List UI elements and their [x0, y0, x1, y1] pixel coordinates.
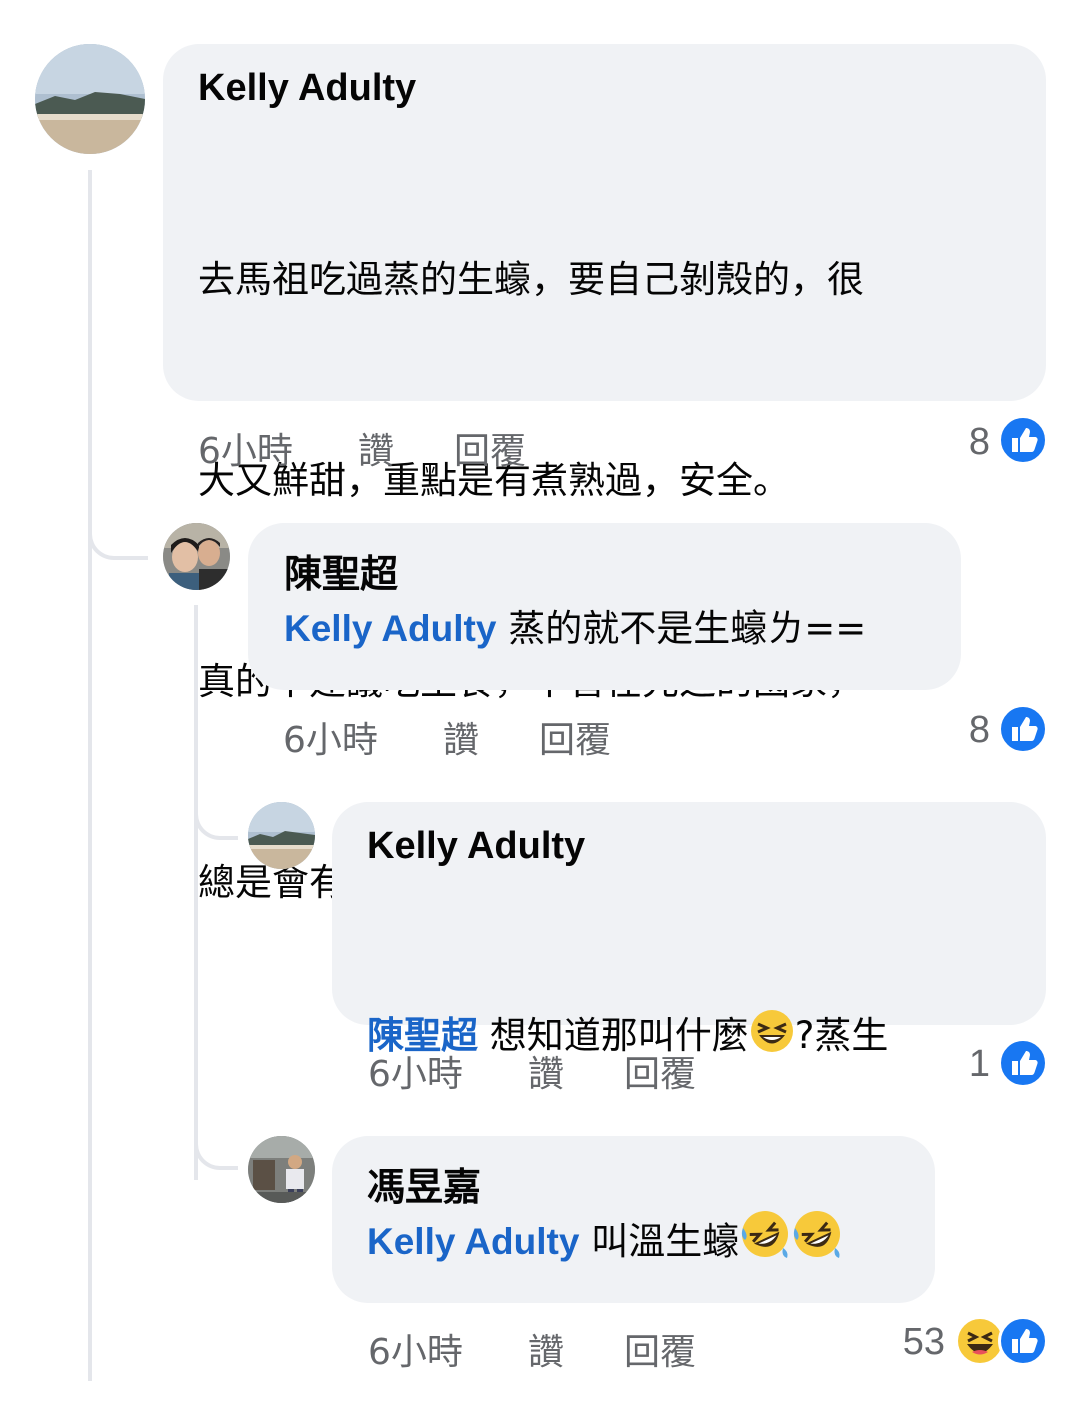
- like-thumb-icon: [998, 415, 1048, 465]
- reply-link[interactable]: 回覆: [624, 1331, 696, 1375]
- comment-time[interactable]: 6小時: [368, 1331, 528, 1375]
- avatar[interactable]: [248, 802, 315, 869]
- thread-line-main: [88, 170, 92, 1381]
- thread-connector-1: [88, 530, 148, 560]
- comment-text-body: ?蒸生: [794, 1014, 889, 1057]
- like-link[interactable]: 讚: [358, 430, 454, 474]
- comment-time[interactable]: 6小時: [283, 719, 443, 763]
- like-thumb-icon: [998, 1316, 1048, 1366]
- thread-connector-3: [194, 1140, 238, 1170]
- comment-bubble[interactable]: Kelly Adulty 去馬祖吃過蒸的生蠔，要自己剝殼的，很 大又鮮甜，重點是…: [163, 44, 1046, 904]
- comment-time[interactable]: 6小時: [368, 1053, 528, 1097]
- rolling-laughing-emoji: [791, 1208, 843, 1281]
- comment-actions: 6小時讚回覆: [368, 1053, 696, 1097]
- like-link[interactable]: 讚: [528, 1053, 624, 1097]
- comment-actions: 6小時讚回覆: [368, 1331, 696, 1375]
- reaction-count[interactable]: 53: [850, 1320, 945, 1364]
- comment-text-body: 蒸的就不是生蠔ㄌ==: [496, 607, 867, 650]
- comment-time[interactable]: 6小時: [198, 430, 358, 474]
- reaction-count[interactable]: 8: [900, 708, 990, 752]
- reply-link[interactable]: 回覆: [539, 719, 611, 763]
- comment-text-body: 想知道那叫什麼: [478, 1014, 749, 1057]
- mention-link[interactable]: Kelly Adulty: [367, 1221, 579, 1262]
- comment-author[interactable]: Kelly Adulty: [198, 66, 1046, 110]
- comment-actions: 6小時讚回覆: [283, 719, 611, 763]
- avatar[interactable]: [163, 523, 230, 590]
- like-link[interactable]: 讚: [443, 719, 539, 763]
- mention-link[interactable]: Kelly Adulty: [284, 608, 496, 649]
- comment-text: Kelly Adulty 蒸的就不是生蠔ㄌ==: [284, 595, 961, 662]
- comment-author[interactable]: Kelly Adulty: [367, 824, 1046, 868]
- reaction-count[interactable]: 8: [900, 420, 990, 464]
- reply-link[interactable]: 回覆: [454, 430, 526, 474]
- comment-bubble[interactable]: 陳聖超 Kelly Adulty 蒸的就不是生蠔ㄌ==: [248, 523, 961, 690]
- comment-text-body: 叫溫生蠔: [579, 1220, 740, 1263]
- reply-link[interactable]: 回覆: [624, 1053, 696, 1097]
- laughing-squint-emoji: [749, 1008, 795, 1075]
- reaction-count[interactable]: 1: [900, 1042, 990, 1086]
- comment-author[interactable]: 陳聖超: [284, 553, 961, 597]
- mention-link[interactable]: 陳聖超: [367, 1015, 478, 1056]
- avatar[interactable]: [248, 1136, 315, 1203]
- like-thumb-icon: [998, 1038, 1048, 1088]
- comment-bubble[interactable]: Kelly Adulty 陳聖超 想知道那叫什麼?蒸生 蠔？: [332, 802, 1046, 1264]
- comment-text: Kelly Adulty 叫溫生蠔: [367, 1208, 935, 1281]
- comment-text-line: 去馬祖吃過蒸的生蠔，要自己剝殼的，很: [198, 258, 864, 301]
- comment-bubble[interactable]: 馮昱嘉 Kelly Adulty 叫溫生蠔: [332, 1136, 935, 1303]
- like-link[interactable]: 讚: [528, 1331, 624, 1375]
- comment-author[interactable]: 馮昱嘉: [367, 1166, 935, 1210]
- comment-actions: 6小時讚回覆: [198, 430, 526, 474]
- rolling-laughing-emoji: [739, 1208, 791, 1281]
- like-thumb-icon: [998, 704, 1048, 754]
- avatar[interactable]: [35, 44, 145, 154]
